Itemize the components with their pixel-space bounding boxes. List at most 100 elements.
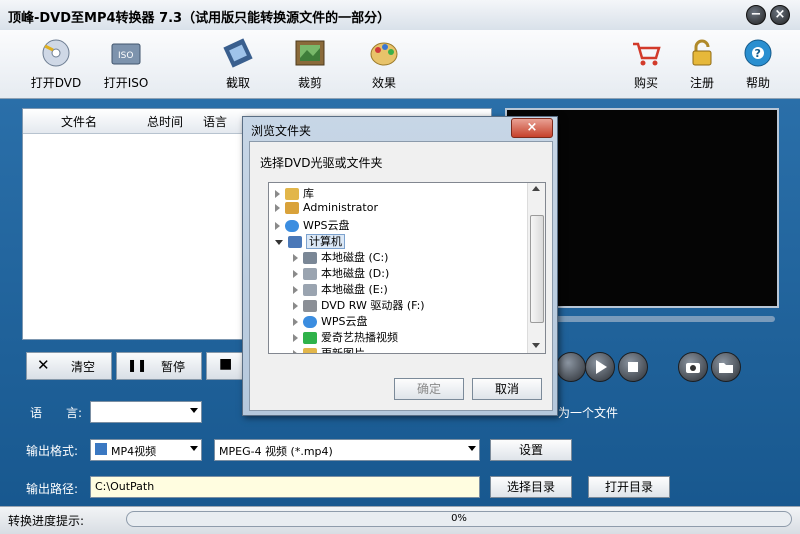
conversion-progress-bar: 0% <box>126 511 792 527</box>
status-bar: 转换进度提示: 0% <box>0 506 800 534</box>
format-select[interactable]: MP4视频 <box>90 439 202 461</box>
expand-arrow-icon[interactable] <box>293 254 298 262</box>
scroll-up-icon[interactable] <box>532 186 540 191</box>
open-dvd-button[interactable]: 打开DVD <box>28 34 84 94</box>
open-iso-label: 打开ISO <box>103 76 149 90</box>
pause-label: 暂停 <box>161 360 186 374</box>
padlock-icon <box>692 39 712 66</box>
tree-item[interactable]: 计算机 <box>275 233 525 249</box>
dialog-close-icon[interactable]: × <box>511 118 553 138</box>
dialog-title: 浏览文件夹 <box>251 124 312 138</box>
dialog-body: 选择DVD光驱或文件夹 库 Administrator WPS云盘 计算机 本地磁盘 (… <box>249 141 553 411</box>
profile-select[interactable]: MPEG-4 视频 (*.mp4) <box>214 439 480 461</box>
tree-item-label: 本地磁盘 (E:) <box>321 283 388 296</box>
help-button[interactable]: ? 帮助 <box>730 34 786 94</box>
format-icon <box>95 443 107 455</box>
effect-palette-icon <box>370 42 398 66</box>
progress-text: 0% <box>451 513 467 524</box>
expand-arrow-icon[interactable] <box>275 190 280 198</box>
language-select[interactable] <box>90 401 202 423</box>
open-directory-button[interactable]: 打开目录 <box>588 476 670 498</box>
tree-item[interactable]: 库 <box>275 185 525 201</box>
column-filename[interactable]: 文件名 <box>61 113 97 130</box>
tree-item[interactable]: 本地磁盘 (E:) <box>275 281 525 297</box>
expand-arrow-icon[interactable] <box>293 286 298 294</box>
film-capture-icon <box>223 38 253 68</box>
expand-arrow-icon[interactable] <box>293 302 298 310</box>
expand-arrow-icon[interactable] <box>293 350 298 353</box>
settings-button[interactable]: 设置 <box>490 439 572 461</box>
tree-item[interactable]: 本地磁盘 (C:) <box>275 249 525 265</box>
tree-item[interactable]: 爱奇艺热播视频 <box>275 329 525 345</box>
collapse-arrow-icon[interactable] <box>275 239 283 245</box>
open-iso-button[interactable]: ISO 打开ISO <box>98 34 154 94</box>
title-bar: 顶峰-DVD至MP4转换器 7.3（试用版只能转换源文件的一部分） − × <box>0 0 800 31</box>
output-path-label: 输出路径: <box>26 482 79 496</box>
chevron-down-icon <box>190 408 198 413</box>
crop-label: 裁剪 <box>297 76 322 90</box>
output-path-input[interactable]: C:\OutPath <box>90 476 480 498</box>
tree-item-label: 本地磁盘 (C:) <box>321 251 389 264</box>
previous-icon[interactable] <box>556 352 586 382</box>
minimize-icon[interactable]: − <box>746 5 766 25</box>
user-folder-icon <box>285 202 299 214</box>
close-icon[interactable]: × <box>770 5 790 25</box>
expand-arrow-icon[interactable] <box>293 318 298 326</box>
stop-player-icon[interactable] <box>618 352 648 382</box>
tree-item[interactable]: 本地磁盘 (D:) <box>275 265 525 281</box>
help-label: 帮助 <box>745 76 770 90</box>
tree-item[interactable]: Administrator <box>275 201 525 217</box>
shopping-cart-icon <box>633 42 661 66</box>
folder-tree[interactable]: 库 Administrator WPS云盘 计算机 本地磁盘 (C:) 本地磁盘 (D:)… <box>268 182 546 354</box>
tree-item[interactable]: DVD RW 驱动器 (F:) <box>275 297 525 313</box>
open-folder-icon[interactable] <box>711 352 741 382</box>
buy-button[interactable]: 购买 <box>618 34 674 94</box>
tree-item-label: DVD RW 驱动器 (F:) <box>321 299 425 312</box>
stop-icon: ■ <box>219 356 233 372</box>
scroll-down-icon[interactable] <box>532 343 540 348</box>
clear-button[interactable]: ✕ 清空 <box>26 352 112 380</box>
tree-item-label: 爱奇艺热播视频 <box>321 331 398 344</box>
tree-item[interactable]: WPS云盘 <box>275 217 525 233</box>
tree-item[interactable]: 更新图片 <box>275 345 525 354</box>
profile-value: MPEG-4 视频 (*.mp4) <box>219 445 333 458</box>
drive-icon <box>303 268 317 280</box>
capture-button[interactable]: 截取 <box>210 34 266 94</box>
ok-button[interactable]: 确定 <box>394 378 464 400</box>
window-title: 顶峰-DVD至MP4转换器 7.3（试用版只能转换源文件的一部分） <box>8 11 391 26</box>
effect-button[interactable]: 效果 <box>356 34 412 94</box>
output-path-value: C:\OutPath <box>95 480 155 493</box>
expand-arrow-icon[interactable] <box>293 334 298 342</box>
dvd-drive-icon <box>303 300 317 312</box>
expand-arrow-icon[interactable] <box>275 222 280 230</box>
pause-button[interactable]: ❚❚ 暂停 <box>116 352 202 380</box>
stop-button[interactable]: ■ <box>206 352 246 380</box>
tree-scrollbar[interactable] <box>527 183 545 353</box>
stop-square-icon <box>628 362 638 372</box>
register-button[interactable]: 注册 <box>674 34 730 94</box>
tree-item-label: 库 <box>303 187 314 200</box>
svg-text:?: ? <box>755 47 761 60</box>
buy-label: 购买 <box>633 76 658 90</box>
folder-open-icon <box>719 363 733 373</box>
chevron-down-icon <box>468 446 476 451</box>
help-lifebuoy-icon: ? <box>744 39 772 67</box>
drive-icon <box>303 284 317 296</box>
scroll-thumb[interactable] <box>530 215 544 323</box>
choose-directory-button[interactable]: 选择目录 <box>490 476 572 498</box>
folder-icon <box>303 348 317 353</box>
expand-arrow-icon[interactable] <box>275 204 280 212</box>
expand-arrow-icon[interactable] <box>293 270 298 278</box>
system-drive-icon <box>303 252 317 264</box>
column-duration[interactable]: 总时间 <box>147 113 183 130</box>
tree-item[interactable]: WPS云盘 <box>275 313 525 329</box>
merge-label: 为一个文件 <box>558 406 619 420</box>
play-icon[interactable] <box>585 352 615 382</box>
snapshot-camera-icon[interactable] <box>678 352 708 382</box>
crop-button[interactable]: 裁剪 <box>282 34 338 94</box>
cancel-button[interactable]: 取消 <box>472 378 542 400</box>
tree-item-label: 更新图片 <box>321 347 365 354</box>
column-language[interactable]: 语言 <box>203 113 227 130</box>
camera-icon <box>686 363 700 373</box>
x-icon: ✕ <box>37 356 50 374</box>
